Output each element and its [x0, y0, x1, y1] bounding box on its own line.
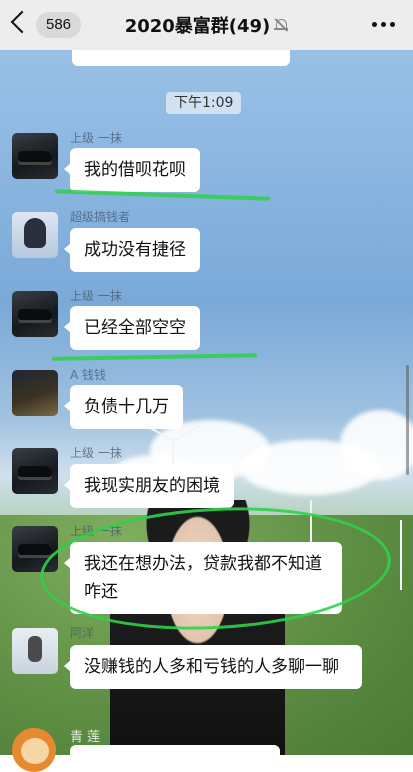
message-bubble[interactable]: 我的借呗花呗: [64, 148, 200, 192]
more-options-icon[interactable]: [372, 22, 395, 27]
time-divider: 下午1:09: [166, 92, 242, 114]
sender-name: 上级 一抹: [70, 446, 122, 460]
mute-bell-icon: [274, 18, 289, 32]
sender-name: 青 莲: [70, 730, 101, 745]
avatar[interactable]: [12, 728, 56, 772]
chat-title: 2020暴富群(49): [124, 16, 271, 37]
avatar[interactable]: [12, 133, 58, 179]
avatar[interactable]: [12, 628, 58, 674]
message-bubble[interactable]: 负债十几万: [64, 385, 183, 429]
message-bubble[interactable]: 已经全部空空: [64, 306, 200, 350]
sender-name: A 钱钱: [70, 368, 107, 382]
message-bubble[interactable]: 我现实朋友的困境: [64, 464, 234, 508]
avatar[interactable]: [12, 370, 58, 416]
chat-header: 586 2020暴富群(49): [0, 0, 413, 50]
avatar[interactable]: [12, 291, 58, 337]
sender-name: 上级 一抹: [70, 289, 122, 303]
message-bubble[interactable]: [70, 745, 280, 759]
scrollbar[interactable]: [406, 365, 409, 475]
message-bubble[interactable]: 没赚钱的人多和亏钱的人多聊一聊: [64, 645, 362, 689]
sender-name: 上级 一抹: [70, 131, 122, 145]
message-bubble[interactable]: 成功没有捷径: [64, 228, 200, 272]
sender-name: 阿洋: [70, 626, 95, 640]
avatar[interactable]: [12, 448, 58, 494]
sender-name: 超级搞钱者: [70, 210, 131, 224]
avatar[interactable]: [12, 212, 58, 258]
